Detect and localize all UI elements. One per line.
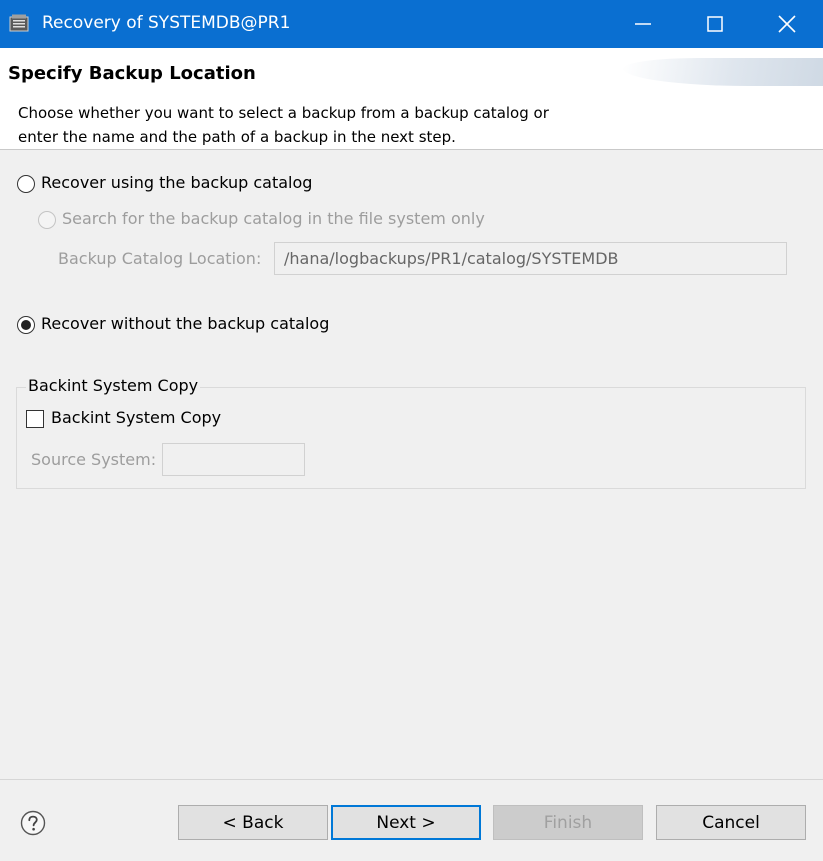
minimize-button[interactable] bbox=[607, 0, 679, 48]
app-icon bbox=[9, 14, 29, 32]
recover-with-catalog-label[interactable]: Recover using the backup catalog bbox=[41, 173, 312, 192]
source-system-field[interactable] bbox=[162, 443, 305, 476]
window-title: Recovery of SYSTEMDB@PR1 bbox=[42, 13, 291, 33]
title-bar: Recovery of SYSTEMDB@PR1 bbox=[0, 0, 823, 48]
question-circle-icon[interactable] bbox=[20, 810, 46, 836]
recover-without-catalog-radio[interactable] bbox=[17, 316, 35, 334]
maximize-icon bbox=[707, 16, 723, 32]
page-title: Specify Backup Location bbox=[8, 63, 256, 84]
page-description: Choose whether you want to select a back… bbox=[18, 101, 658, 149]
source-system-label: Source System: bbox=[31, 450, 157, 469]
description-line-2: enter the name and the path of a backup … bbox=[18, 128, 456, 146]
recover-with-catalog-radio[interactable] bbox=[17, 175, 35, 193]
backint-group: Backint System Copy Backint System Copy … bbox=[16, 376, 806, 489]
back-button[interactable]: < Back bbox=[178, 805, 328, 840]
backint-system-copy-checkbox[interactable] bbox=[26, 410, 44, 428]
description-line-1: Choose whether you want to select a back… bbox=[18, 104, 549, 122]
backint-group-title: Backint System Copy bbox=[26, 376, 201, 395]
finish-button[interactable]: Finish bbox=[493, 805, 643, 840]
backint-system-copy-label[interactable]: Backint System Copy bbox=[51, 408, 221, 427]
footer-divider bbox=[0, 779, 823, 780]
next-button[interactable]: Next > bbox=[331, 805, 481, 840]
close-icon bbox=[778, 15, 796, 33]
minimize-icon bbox=[635, 23, 651, 25]
recover-without-catalog-label[interactable]: Recover without the backup catalog bbox=[41, 314, 329, 333]
catalog-location-label: Backup Catalog Location: bbox=[58, 249, 262, 268]
search-filesystem-label: Search for the backup catalog in the fil… bbox=[62, 209, 485, 228]
search-filesystem-radio[interactable] bbox=[38, 211, 56, 229]
close-button[interactable] bbox=[751, 0, 823, 48]
header-banner-graphic bbox=[623, 58, 823, 86]
cancel-button[interactable]: Cancel bbox=[656, 805, 806, 840]
wizard-header: Specify Backup Location Choose whether y… bbox=[0, 48, 823, 150]
maximize-button[interactable] bbox=[679, 0, 751, 48]
catalog-location-field[interactable]: /hana/logbackups/PR1/catalog/SYSTEMDB bbox=[274, 242, 787, 275]
